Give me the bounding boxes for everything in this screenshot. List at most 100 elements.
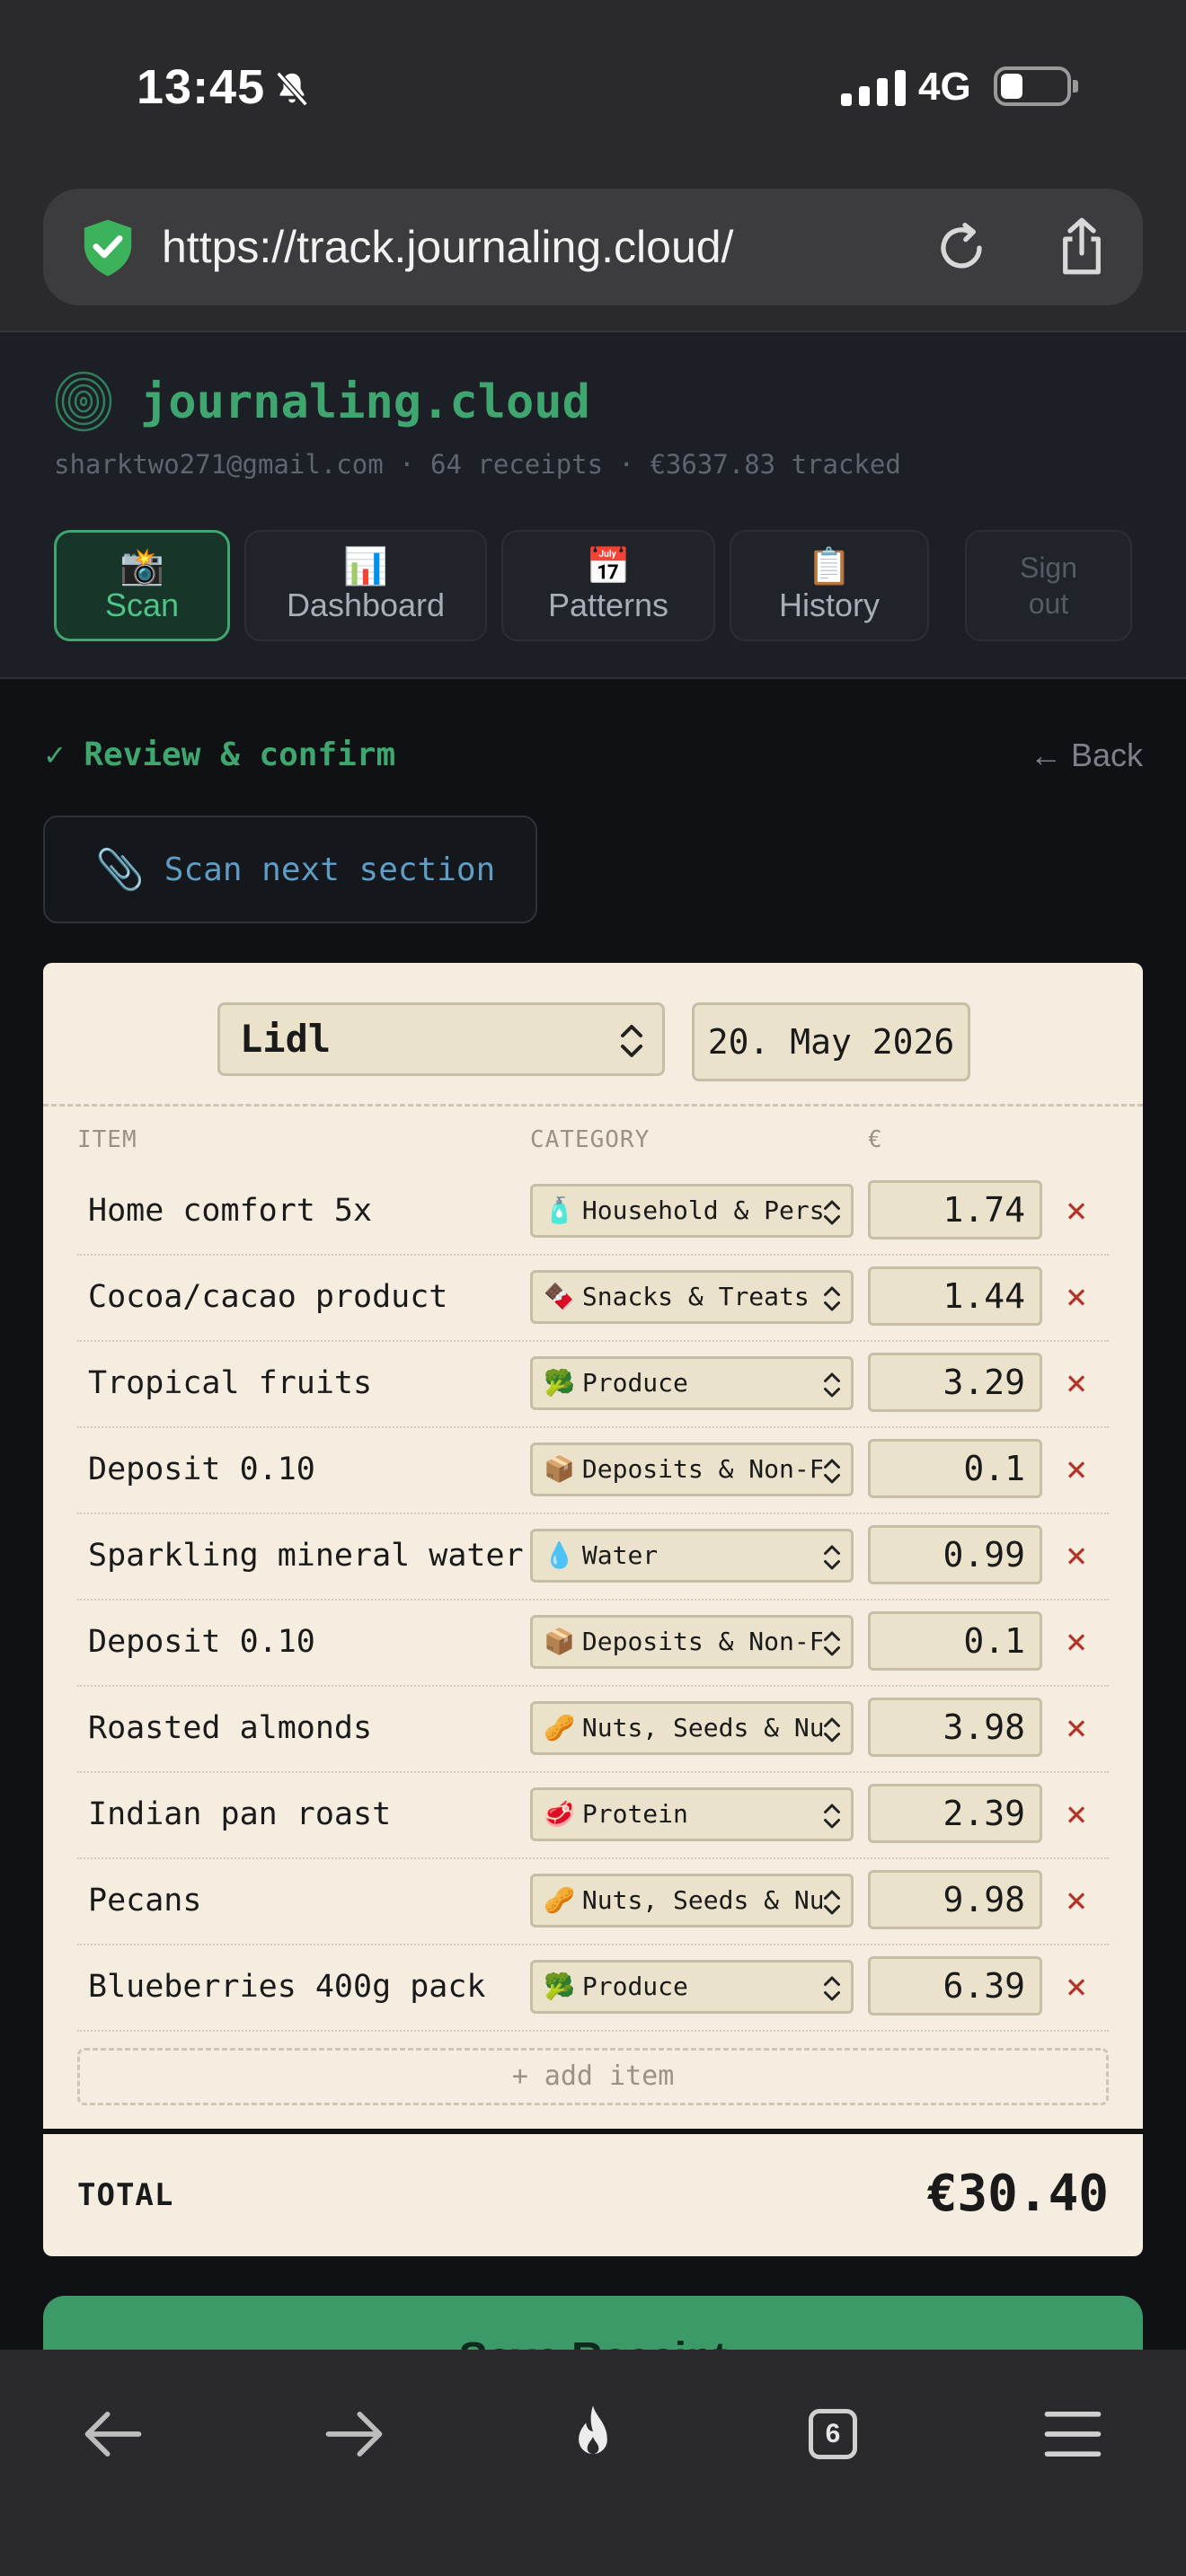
- main-nav: 📸 Scan 📊 Dashboard 📅 Patterns 📋 History …: [54, 530, 1132, 641]
- store-select[interactable]: Lidl: [217, 1002, 665, 1076]
- date-input[interactable]: 20. May 2026: [692, 1002, 970, 1081]
- camera-flash-icon: 📸: [119, 547, 164, 587]
- category-select[interactable]: 💧 Water: [530, 1529, 854, 1583]
- fingerprint-logo-icon: [55, 371, 112, 432]
- amount-input[interactable]: 0.99: [868, 1525, 1042, 1584]
- shield-check-icon: [84, 219, 132, 277]
- category-select[interactable]: 🥜Nuts, Seeds & Nut Butters: [530, 1701, 854, 1755]
- sign-out-line-1: Sign: [1019, 551, 1078, 584]
- category-select[interactable]: 🥦 Produce: [530, 1356, 854, 1410]
- receipt-item-row: Roasted almonds 🥜Nuts, Seeds & Nut Butter…: [77, 1687, 1109, 1773]
- item-name-input[interactable]: Deposit 0.10: [88, 1451, 315, 1487]
- receipt-item-row: Tropical fruits 🥦 Produce 3.29 ×: [77, 1342, 1109, 1428]
- item-name-input[interactable]: Pecans: [88, 1883, 201, 1919]
- item-name-input[interactable]: Indian pan roast: [88, 1796, 391, 1832]
- delete-item-button[interactable]: ×: [1066, 1883, 1087, 1919]
- category-select[interactable]: 🥦 Produce: [530, 1960, 854, 2014]
- category-value: Household & Personal Care: [581, 1195, 825, 1225]
- delete-item-button[interactable]: ×: [1066, 1365, 1087, 1401]
- receipt-item-row: Blueberries 400g pack 🥦 Produce 6.39 ×: [77, 1945, 1109, 2032]
- item-name-input[interactable]: Roasted almonds: [88, 1710, 372, 1746]
- select-chevron-icon: [822, 1716, 842, 1743]
- tab-label: Dashboard: [286, 587, 446, 623]
- clipboard-icon: 📋: [807, 547, 852, 587]
- category-icon: 🥦: [544, 1368, 575, 1398]
- receipt-item-row: Home comfort 5x 🧴Household & Personal Car…: [77, 1169, 1109, 1256]
- flame-icon[interactable]: [559, 2400, 627, 2468]
- tab-patterns[interactable]: 📅 Patterns: [501, 530, 715, 641]
- tab-history[interactable]: 📋 History: [730, 530, 929, 641]
- category-icon: 📦: [544, 1627, 575, 1656]
- amount-input[interactable]: 1.74: [868, 1180, 1042, 1239]
- category-icon: 📦: [544, 1454, 575, 1484]
- amount-input[interactable]: 6.39: [868, 1956, 1042, 2016]
- category-select[interactable]: 🧴Household & Personal Care: [530, 1184, 854, 1238]
- category-value: Produce: [581, 1368, 688, 1398]
- back-arrow-icon[interactable]: [79, 2400, 147, 2468]
- menu-icon[interactable]: [1039, 2400, 1107, 2468]
- delete-item-button[interactable]: ×: [1066, 1538, 1087, 1574]
- sign-out-button[interactable]: Sign out: [965, 530, 1132, 641]
- item-name-input[interactable]: Deposit 0.10: [88, 1624, 315, 1660]
- category-value: Protein: [581, 1799, 688, 1829]
- delete-item-button[interactable]: ×: [1066, 1624, 1087, 1660]
- select-chevron-icon: [822, 1803, 842, 1830]
- category-icon: 🥩: [544, 1799, 575, 1829]
- amount-input[interactable]: 1.44: [868, 1266, 1042, 1326]
- select-chevron-icon: [822, 1630, 842, 1657]
- delete-item-button[interactable]: ×: [1066, 1710, 1087, 1746]
- amount-input[interactable]: 3.98: [868, 1698, 1042, 1757]
- tab-label: Patterns: [547, 587, 669, 623]
- back-link[interactable]: ← Back: [1030, 737, 1143, 774]
- category-select[interactable]: 📦Deposits & Non-Food: [530, 1442, 854, 1496]
- dashed-divider: [43, 1104, 1143, 1107]
- bar-chart-icon: 📊: [343, 547, 388, 587]
- forward-arrow-icon[interactable]: [320, 2400, 388, 2468]
- amount-input[interactable]: 0.1: [868, 1611, 1042, 1671]
- amount-input[interactable]: 0.1: [868, 1439, 1042, 1498]
- signal-icon: [841, 70, 906, 106]
- amount-input[interactable]: 2.39: [868, 1784, 1042, 1843]
- delete-item-button[interactable]: ×: [1066, 1451, 1087, 1487]
- select-chevron-icon: [822, 1285, 842, 1312]
- tab-dashboard[interactable]: 📊 Dashboard: [244, 530, 487, 641]
- category-value: Nuts, Seeds & Nut Butters: [581, 1713, 825, 1742]
- reload-icon[interactable]: [933, 219, 990, 277]
- amount-input[interactable]: 3.29: [868, 1353, 1042, 1412]
- url-text[interactable]: https://track.journaling.cloud/: [162, 221, 733, 273]
- url-bar[interactable]: https://track.journaling.cloud/: [43, 189, 1143, 305]
- tab-scan[interactable]: 📸 Scan: [54, 530, 230, 641]
- select-chevron-icon: [822, 1199, 842, 1226]
- delete-item-button[interactable]: ×: [1066, 1969, 1087, 2005]
- delete-item-button[interactable]: ×: [1066, 1796, 1087, 1832]
- store-value: Lidl: [240, 1017, 332, 1061]
- item-name-input[interactable]: Tropical fruits: [88, 1365, 372, 1401]
- item-name-input[interactable]: Blueberries 400g pack: [88, 1969, 486, 2005]
- tabs-count-button[interactable]: 6: [809, 2409, 857, 2459]
- item-name-input[interactable]: Home comfort 5x: [88, 1193, 372, 1229]
- amount-input[interactable]: 9.98: [868, 1870, 1042, 1929]
- item-name-input[interactable]: Sparkling mineral water: [88, 1538, 524, 1574]
- battery-icon: [994, 66, 1078, 106]
- column-header-item: ITEM: [77, 1126, 137, 1153]
- tab-label: History: [778, 587, 880, 623]
- select-chevron-icon: [621, 1025, 642, 1057]
- add-item-button[interactable]: + add item: [77, 2048, 1109, 2105]
- column-header-amount: €: [868, 1126, 883, 1153]
- category-value: Water: [581, 1540, 659, 1570]
- category-select[interactable]: 🍫 Snacks & Treats: [530, 1270, 854, 1324]
- scan-next-section-button[interactable]: 📎 Scan next section: [43, 816, 537, 923]
- receipt-item-row: Deposit 0.10 📦Deposits & Non-Food 0.1 ×: [77, 1601, 1109, 1687]
- browser-bottom-toolbar: 6: [0, 2350, 1186, 2576]
- receipt-item-row: Pecans 🥜Nuts, Seeds & Nut Butters 9.98 ×: [77, 1859, 1109, 1945]
- category-icon: 🥜: [544, 1713, 575, 1742]
- brand-name: journaling.cloud: [140, 375, 590, 429]
- category-select[interactable]: 🥜Nuts, Seeds & Nut Butters: [530, 1874, 854, 1928]
- browser-top-bar: 13:45 4G https://track.journaling.cloud/: [0, 0, 1186, 331]
- category-select[interactable]: 🥩 Protein: [530, 1787, 854, 1841]
- item-name-input[interactable]: Cocoa/cacao product: [88, 1279, 447, 1315]
- delete-item-button[interactable]: ×: [1066, 1279, 1087, 1315]
- delete-item-button[interactable]: ×: [1066, 1193, 1087, 1229]
- category-select[interactable]: 📦Deposits & Non-Food: [530, 1615, 854, 1669]
- share-icon[interactable]: [1053, 216, 1111, 277]
